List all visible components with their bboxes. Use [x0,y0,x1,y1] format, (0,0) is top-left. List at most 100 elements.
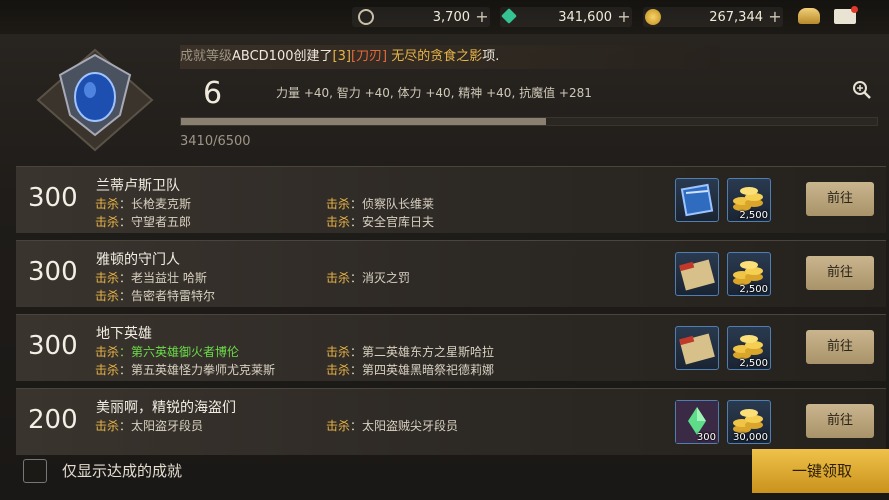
goto-button[interactable]: 前往 [806,404,874,438]
kill-label: 击杀 [95,289,120,303]
reward-quantity: 2,500 [739,210,768,221]
currency-gem: 341,600 + [500,7,632,27]
reward-slot[interactable]: 2,500 [727,178,771,222]
gold-value: 267,344 [709,9,763,25]
achievement-news-ticker: 成就等级ABCD100创建了[3][刀刃] 无尽的贪食之影项. [180,45,720,69]
reward-slot[interactable]: 300 [675,400,719,444]
currency-c-coin: 3,700 + [352,7,490,27]
kill-requirement: 击杀：太阳盗牙段员 [95,419,204,433]
goto-button[interactable]: 前往 [806,256,874,290]
achievement-row: 300 地下英雄击杀：第六英雄御火者博伦 击杀：第二英雄东方之星斯哈拉击杀：第五英雄… [16,314,886,381]
reward-slot[interactable]: 30,000 [727,400,771,444]
level-progress-bar [180,117,878,126]
kill-requirement: 击杀：第六英雄御火者博伦 [95,345,240,359]
news-created: 创建了 [293,49,333,64]
achievement-points: 300 [28,331,78,361]
gold-coin-icon [645,9,661,25]
news-prefix: 成就等级 [180,49,233,64]
kill-requirement: 击杀：消灭之罚 [326,271,411,285]
show-completed-label: 仅显示达成的成就 [62,462,183,480]
kill-requirement: 击杀：守望者五郎 [95,215,192,229]
currency-bar: 3,700 + 341,600 + 267,344 + [0,0,889,34]
kill-target: 第二英雄东方之星斯哈拉 [362,345,495,359]
kill-target: 老当益壮 哈斯 [131,271,207,285]
goto-button[interactable]: 前往 [806,330,874,364]
add-gold-button[interactable]: + [767,9,783,25]
zoom-in-icon[interactable] [852,80,872,100]
goto-button[interactable]: 前往 [806,182,874,216]
kill-requirement: 击杀：侦察队长维莱 [326,197,435,211]
news-tier: [3] [332,49,351,64]
achievement-title: 兰蒂卢斯卫队 [96,178,180,194]
scroll-item-icon [676,259,718,299]
kill-requirement: 击杀：安全官库日夫 [326,215,435,229]
reward-slot[interactable] [675,326,719,370]
kill-label: 击杀 [326,197,351,211]
c-coin-icon [358,9,374,25]
kill-label: 击杀 [95,345,120,359]
kill-requirement: 击杀：太阳盗贼尖牙段员 [326,419,459,433]
kill-target: 第四英雄黑暗祭祀德莉娜 [362,363,495,377]
level-progress-text: 3410/6500 [180,134,251,149]
kill-label: 击杀 [95,271,120,285]
mail-notification-dot [851,6,858,13]
reward-slot[interactable]: 2,500 [727,326,771,370]
kill-label: 击杀 [95,197,120,211]
reward-quantity: 300 [696,432,716,443]
kill-label: 击杀 [326,363,351,377]
kill-target: 第六英雄御火者博伦 [131,345,240,359]
achievement-title: 美丽啊，精锐的海盗们 [96,400,236,416]
gem-value: 341,600 [558,9,612,25]
c-coin-value: 3,700 [432,9,470,25]
kill-target: 太阳盗贼尖牙段员 [362,419,459,433]
achievement-row: 200 美丽啊，精锐的海盗们 击杀：太阳盗牙段员 击杀：太阳盗贼尖牙段员 300 30,0… [16,388,886,455]
achievement-emblem-icon [36,48,154,152]
kill-label: 击杀 [95,419,120,433]
reward-slot[interactable] [675,252,719,296]
achievement-title: 地下英雄 [96,326,152,342]
add-c-coin-button[interactable]: + [474,9,490,25]
kill-label: 击杀 [95,215,120,229]
show-completed-checkbox[interactable] [23,459,47,483]
kill-requirement: 击杀：老当益壮 哈斯 [95,271,207,285]
reward-slot[interactable]: 2,500 [727,252,771,296]
reward-quantity: 30,000 [733,432,768,443]
achievement-title: 雅顿的守门人 [96,252,180,268]
achievement-points: 300 [28,257,78,287]
kill-target: 长枪麦克斯 [131,197,192,211]
achievement-level: 6 [203,76,223,111]
kill-target: 安全官库日夫 [362,215,435,229]
scroll-item-icon [676,333,718,373]
achievement-points: 300 [28,183,78,213]
kill-requirement: 击杀：第五英雄怪力拳师尤克莱斯 [95,363,276,377]
kill-target: 守望者五郎 [131,215,192,229]
kill-target: 第五英雄怪力拳师尤克莱斯 [131,363,276,377]
kill-label: 击杀 [326,345,351,359]
reward-quantity: 2,500 [739,284,768,295]
kill-target: 告密者特雷特尔 [131,289,216,303]
chest-icon[interactable] [798,8,820,24]
kill-label: 击杀 [326,215,351,229]
kill-requirement: 击杀：第四英雄黑暗祭祀德莉娜 [326,363,495,377]
news-class: [刀刃] [350,49,388,64]
claim-all-button[interactable]: 一键领取 [752,449,889,493]
kill-requirement: 击杀：长枪麦克斯 [95,197,192,211]
kill-target: 太阳盗牙段员 [131,419,204,433]
reward-slot[interactable] [675,178,719,222]
achievement-row: 300 雅顿的守门人击杀：老当益壮 哈斯 击杀：消灭之罚击杀：告密者特雷特尔 2,50… [16,240,886,307]
kill-label: 击杀 [326,419,351,433]
add-gem-button[interactable]: + [616,9,632,25]
news-suffix: 项. [482,49,500,64]
blue-film-item-icon [676,183,718,225]
level-progress-fill [181,118,547,125]
kill-requirement: 击杀：第二英雄东方之星斯哈拉 [326,345,495,359]
kill-label: 击杀 [95,363,120,377]
achievement-points: 200 [28,405,78,435]
reward-quantity: 2,500 [739,358,768,369]
currency-gold: 267,344 + [643,7,783,27]
kill-label: 击杀 [326,271,351,285]
level-bonus-stats: 力量 +40, 智力 +40, 体力 +40, 精神 +40, 抗魔值 +281 [276,86,592,100]
kill-target: 消灭之罚 [362,271,411,285]
kill-requirement: 击杀：告密者特雷特尔 [95,289,216,303]
kill-target: 侦察队长维莱 [362,197,435,211]
